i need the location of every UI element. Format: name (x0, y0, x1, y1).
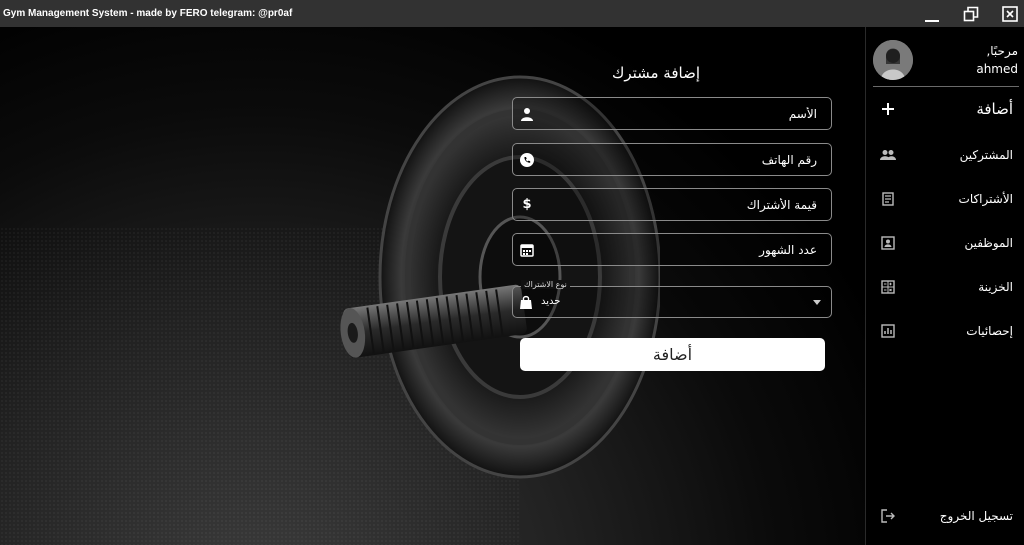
users-icon (880, 147, 896, 163)
bag-icon (519, 294, 533, 313)
logout-label: تسجيل الخروج (939, 509, 1013, 523)
months-field[interactable] (512, 233, 832, 266)
sidebar-item-label: الخزينة (978, 280, 1013, 294)
receipt-icon (880, 191, 896, 207)
phone-field[interactable] (512, 143, 832, 176)
sidebar: مرحبًا, ahmed أضافة المشتركين الأشتراكات… (865, 27, 1024, 545)
subscription-type-value: حديد (541, 296, 561, 307)
close-button[interactable] (999, 3, 1021, 25)
sidebar-item-label: الموظفين (964, 236, 1013, 250)
sidebar-divider (873, 86, 1019, 87)
sidebar-item-label: المشتركين (959, 148, 1013, 162)
username: ahmed (976, 62, 1018, 76)
badge-icon (880, 235, 896, 251)
avatar (873, 40, 913, 80)
sidebar-item-treasury[interactable]: الخزينة (866, 272, 1024, 302)
phone-icon (513, 152, 541, 167)
phone-input[interactable] (541, 144, 831, 175)
minimize-button[interactable] (921, 3, 943, 25)
dollar-icon: $ (522, 197, 532, 212)
subscription-type-select[interactable]: نوع الاشتراك حديد (512, 280, 832, 318)
title-bar: Gym Management System - made by FERO tel… (0, 0, 1024, 27)
window-title: Gym Management System - made by FERO tel… (3, 8, 293, 19)
minimize-icon (925, 20, 939, 22)
sidebar-item-label: أضافة (976, 100, 1013, 118)
greeting-text: مرحبًا, (986, 44, 1018, 58)
price-field[interactable]: $ (512, 188, 832, 221)
name-field[interactable] (512, 97, 832, 130)
sidebar-item-label: إحصائيات (966, 324, 1013, 338)
close-icon (1002, 6, 1018, 22)
calendar-icon (513, 243, 541, 257)
page-title: إضافة مشترك (611, 64, 700, 82)
sidebar-item-label: الأشتراكات (958, 192, 1013, 206)
person-icon (513, 107, 541, 121)
sidebar-item-statistics[interactable]: إحصائيات (866, 316, 1024, 346)
chart-icon (880, 323, 896, 339)
calculator-icon (880, 279, 896, 295)
subscription-type-label: نوع الاشتراك (521, 280, 570, 289)
logout-icon (880, 508, 896, 524)
name-input[interactable] (541, 98, 831, 129)
sidebar-item-employees[interactable]: الموظفين (866, 228, 1024, 258)
sidebar-item-subscriptions[interactable]: الأشتراكات (866, 184, 1024, 214)
sidebar-item-subscribers[interactable]: المشتركين (866, 140, 1024, 170)
sidebar-item-add[interactable]: أضافة (866, 94, 1024, 124)
price-input[interactable] (541, 189, 831, 220)
chevron-down-icon (813, 300, 821, 305)
restore-button[interactable] (960, 3, 982, 25)
plus-icon (880, 101, 896, 117)
sidebar-item-logout[interactable]: تسجيل الخروج (866, 501, 1024, 531)
restore-icon (963, 6, 979, 22)
months-input[interactable] (541, 234, 831, 265)
add-button[interactable]: أضافة (520, 338, 825, 371)
